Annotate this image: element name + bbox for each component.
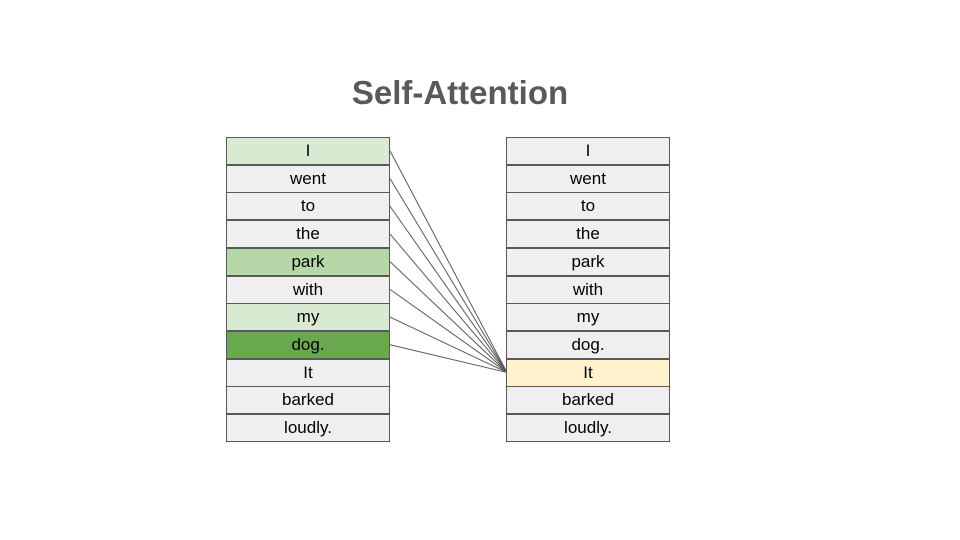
attention-link-5	[389, 261, 508, 373]
left-token-4: the	[226, 220, 390, 249]
right-token-1: I	[506, 137, 670, 165]
attention-link-1	[389, 150, 508, 373]
right-token-11: loudly.	[506, 414, 670, 442]
left-token-6: with	[226, 275, 390, 304]
right-token-3: to	[506, 192, 670, 221]
left-token-5: park	[226, 247, 390, 276]
attention-link-7	[389, 316, 508, 373]
right-token-6: with	[506, 275, 670, 304]
right-token-10: barked	[506, 386, 670, 415]
attention-link-3	[389, 205, 508, 373]
right-token-4: the	[506, 220, 670, 249]
left-token-1: I	[226, 137, 390, 165]
right-token-2: went	[506, 164, 670, 193]
attention-link-2	[389, 178, 508, 373]
left-token-3: to	[226, 192, 390, 221]
left-token-11: loudly.	[226, 414, 390, 442]
right-token-9: It	[506, 358, 670, 387]
right-token-8: dog.	[506, 330, 670, 359]
left-token-7: my	[226, 303, 390, 332]
right-token-5: park	[506, 247, 670, 276]
diagram-title: Self-Attention	[351, 74, 569, 111]
left-token-10: barked	[226, 386, 390, 415]
right-token-7: my	[506, 303, 670, 332]
left-token-8: dog.	[226, 330, 390, 359]
attention-link-8	[389, 344, 508, 373]
left-token-2: went	[226, 164, 390, 193]
attention-link-6	[389, 288, 508, 373]
left-token-9: It	[226, 358, 390, 387]
attention-link-4	[389, 233, 508, 373]
